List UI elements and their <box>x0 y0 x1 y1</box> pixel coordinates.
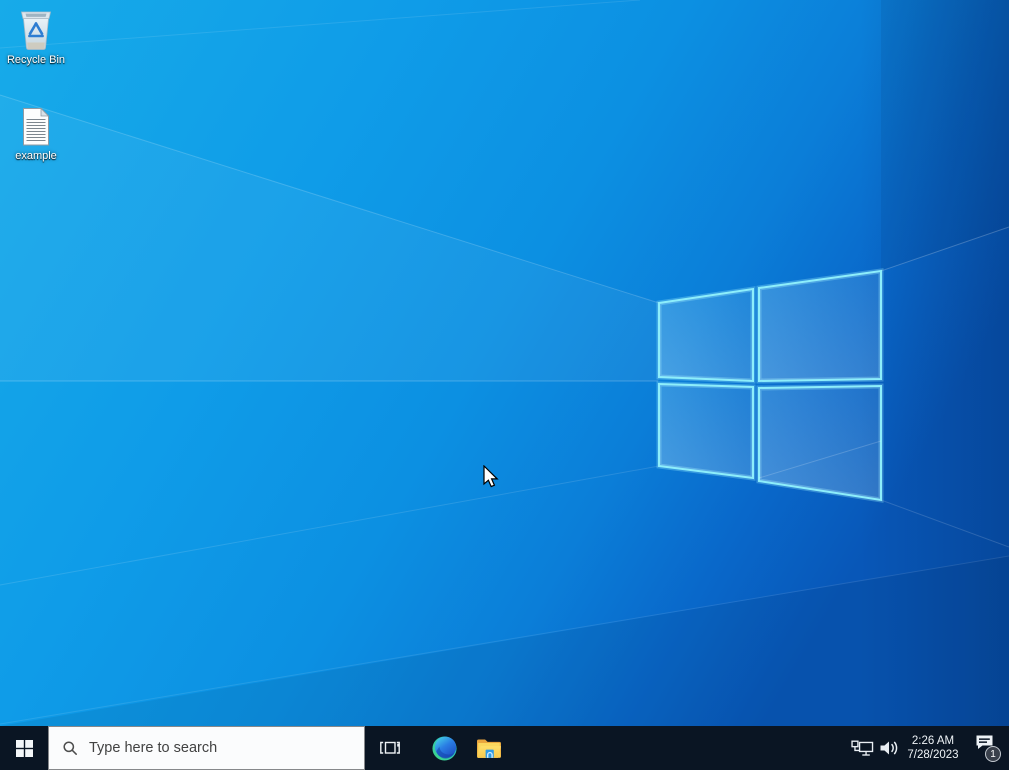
windows-logo <box>656 268 884 503</box>
network-status-button[interactable] <box>851 739 874 757</box>
recycle-bin-icon <box>20 11 52 50</box>
task-view-icon <box>380 741 400 754</box>
task-view-button[interactable] <box>367 726 413 770</box>
windows-desktop: Recycle Bin example Type here to search … <box>0 0 1009 770</box>
desktop-icon-label: example <box>15 150 57 162</box>
taskbar-clock[interactable]: 2:26 AM 7/28/2023 <box>902 734 964 762</box>
file-explorer-button[interactable] <box>466 726 512 770</box>
microsoft-edge-button[interactable] <box>421 726 467 770</box>
clock-time: 2:26 AM <box>911 735 955 747</box>
clock-date: 7/28/2023 <box>907 749 959 761</box>
edge-icon <box>431 735 457 761</box>
desktop-icon-example[interactable]: example <box>0 107 72 162</box>
file-explorer-icon <box>477 739 501 758</box>
desktop-background[interactable] <box>0 0 1009 726</box>
search-icon <box>63 741 77 755</box>
action-center-button[interactable]: 1 <box>973 726 1005 770</box>
desktop-icon-recycle-bin[interactable]: Recycle Bin <box>0 5 72 66</box>
system-tray: 2:26 AM 7/28/2023 1 <box>851 726 1009 770</box>
search-placeholder: Type here to search <box>89 740 218 756</box>
taskbar: Type here to search 2:26 AM 7/28/2023 1 <box>0 726 1009 770</box>
start-button[interactable] <box>0 726 48 770</box>
text-document-icon <box>23 107 50 146</box>
windows-start-icon <box>15 739 33 757</box>
notification-count-badge: 1 <box>985 746 1001 762</box>
desktop-icon-label: Recycle Bin <box>6 54 66 66</box>
volume-icon <box>880 741 898 755</box>
taskbar-search-input[interactable]: Type here to search <box>48 726 365 770</box>
volume-button[interactable] <box>879 740 900 756</box>
network-icon <box>851 740 874 756</box>
